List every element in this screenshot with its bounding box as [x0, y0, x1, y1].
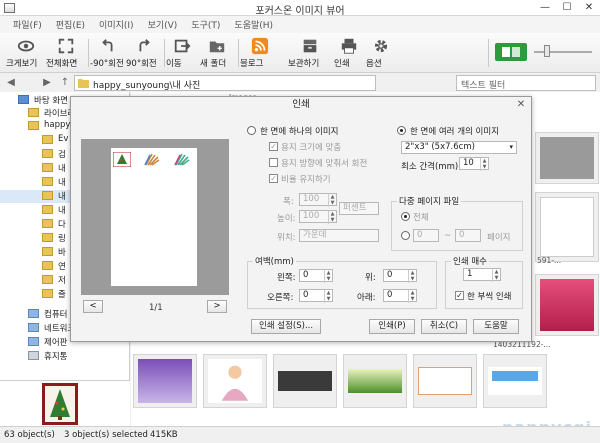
- menu-edit[interactable]: 편집(E): [49, 18, 92, 31]
- preview-image: [174, 153, 190, 166]
- print-dialog: 인쇄 ✕ < 1/1 > 한 면에 하나의 이미지 ✓ 용지 크기에 맞춤 용지…: [70, 96, 532, 342]
- folder-icon: [78, 79, 89, 88]
- menu-view[interactable]: 보기(V): [141, 18, 185, 31]
- object-count: 63 object(s): [4, 430, 55, 440]
- fit-paper-checkbox[interactable]: ✓: [269, 142, 278, 151]
- blog-button[interactable]: 블로그: [240, 35, 280, 71]
- margin-right-input[interactable]: 0 ▲ ▼: [299, 289, 333, 303]
- thumbnail-label: 591-...: [537, 256, 562, 265]
- fullscreen-button[interactable]: 전체화면: [46, 35, 86, 71]
- multipage-group: [391, 201, 523, 251]
- position-select[interactable]: 가운데: [299, 229, 379, 242]
- dialog-close-button[interactable]: ✕: [515, 99, 527, 111]
- folder-icon: [209, 41, 225, 53]
- maximize-button[interactable]: ☐: [556, 0, 578, 16]
- slideshow-icon[interactable]: [494, 42, 528, 62]
- rotate-left-icon: [102, 39, 113, 52]
- minimize-button[interactable]: —: [534, 0, 556, 16]
- menu-tools[interactable]: 도구(T): [184, 18, 227, 31]
- dialog-title: 인쇄: [292, 99, 310, 110]
- copies-input[interactable]: 1 ▲ ▼: [463, 268, 501, 282]
- thumbnail[interactable]: [535, 192, 599, 262]
- menu-help[interactable]: 도움말(H): [227, 18, 280, 31]
- thumbnail[interactable]: [535, 132, 599, 184]
- view-large-button[interactable]: 크게보기: [6, 35, 46, 71]
- paper-sheet: [111, 148, 197, 286]
- rss-icon: [251, 37, 269, 55]
- range-from-input[interactable]: 0: [413, 229, 439, 242]
- thumbnail[interactable]: [535, 274, 599, 336]
- single-image-radio[interactable]: [247, 126, 256, 135]
- cancel-button[interactable]: 취소(C): [421, 319, 467, 334]
- title-bar: 포커스온 이미지 뷰어 — ☐ ✕: [0, 0, 600, 17]
- forward-button[interactable]: ▶: [40, 76, 54, 90]
- rotate-right-icon: [139, 39, 150, 52]
- selected-count: 3 object(s) selected: [64, 430, 148, 440]
- move-icon: [174, 39, 191, 53]
- collate-checkbox[interactable]: ✓: [455, 291, 464, 300]
- menu-bar: 파일(F) 편집(E) 이미지(I) 보기(V) 도구(T) 도움말(H): [0, 16, 600, 33]
- print-settings-button[interactable]: 인쇄 설정(S)...: [251, 319, 321, 334]
- prev-page-button[interactable]: <: [83, 300, 103, 313]
- zoom-slider-handle[interactable]: [544, 45, 550, 57]
- window-title: 포커스온 이미지 뷰어: [255, 6, 345, 17]
- text-filter-input[interactable]: 텍스트 필터: [456, 75, 596, 91]
- gear-icon: [374, 39, 388, 53]
- rotate-right-button[interactable]: 90°회전: [126, 35, 162, 71]
- christmas-tree-image: [42, 383, 78, 425]
- eye-icon: [17, 40, 35, 52]
- path-input[interactable]: happy_sunyoung\내 사진: [74, 75, 376, 91]
- all-pages-radio[interactable]: [401, 212, 410, 221]
- new-folder-button[interactable]: 새 폴더: [200, 35, 234, 71]
- archive-icon: [303, 39, 317, 53]
- margin-left-input[interactable]: 0 ▲ ▼: [299, 269, 333, 283]
- multi-image-radio[interactable]: [397, 126, 406, 135]
- print-confirm-button[interactable]: 인쇄(P): [369, 319, 415, 334]
- thumbnail[interactable]: [133, 354, 197, 408]
- archive-button[interactable]: 보관하기: [288, 35, 332, 71]
- rotate-left-button[interactable]: -90°회전: [90, 35, 126, 71]
- close-button[interactable]: ✕: [578, 0, 600, 16]
- toolbar: 크게보기 전체화면 -90°회전 90°회전 이동 새 폴더 블로그 보관하기 …: [0, 33, 600, 73]
- preview-pane: [0, 380, 130, 426]
- thumbnail[interactable]: [343, 354, 407, 408]
- page-range-radio[interactable]: [401, 231, 410, 240]
- min-gap-input[interactable]: 10 ▲ ▼: [459, 157, 489, 171]
- margin-bottom-input[interactable]: 0 ▲ ▼: [383, 289, 417, 303]
- move-button[interactable]: 이동: [166, 35, 198, 71]
- zoom-slider-track[interactable]: [534, 51, 592, 53]
- layout-select[interactable]: 2"x3" (5x7.6cm) ▾: [401, 141, 517, 154]
- options-button[interactable]: 옵션: [366, 35, 396, 71]
- help-button[interactable]: 도움말: [473, 319, 519, 334]
- next-page-button[interactable]: >: [207, 300, 227, 313]
- preview-image: [113, 152, 131, 167]
- preview-image: [144, 153, 160, 166]
- status-bar: 63 object(s) 3 object(s) selected 415KB: [0, 426, 600, 443]
- page-indicator: 1/1: [149, 303, 163, 313]
- thumbnail[interactable]: [203, 354, 267, 408]
- thumbnail[interactable]: [483, 354, 547, 408]
- tree-item-recycle-bin[interactable]: 휴지통: [0, 350, 129, 363]
- width-input[interactable]: 100 ▲ ▼: [299, 193, 337, 207]
- thumbnail[interactable]: [413, 354, 477, 408]
- back-button[interactable]: ◀: [4, 76, 18, 90]
- unit-select[interactable]: 퍼센트: [339, 202, 379, 215]
- keep-ratio-checkbox[interactable]: ✓: [269, 174, 278, 183]
- height-input[interactable]: 100 ▲ ▼: [299, 210, 337, 224]
- rotate-fit-checkbox[interactable]: [269, 158, 278, 167]
- fullscreen-icon: [58, 38, 74, 54]
- address-bar: ◀ ▶ ↑ happy_sunyoung\내 사진 텍스트 필터: [0, 74, 600, 92]
- margin-top-input[interactable]: 0 ▲ ▼: [383, 269, 417, 283]
- printer-icon: [341, 38, 357, 54]
- page-preview: [81, 139, 229, 295]
- menu-file[interactable]: 파일(F): [6, 18, 49, 31]
- thumbnail[interactable]: [273, 354, 337, 408]
- menu-image[interactable]: 이미지(I): [92, 18, 141, 31]
- print-button[interactable]: 인쇄: [334, 35, 364, 71]
- selected-size: 415KB: [150, 430, 178, 440]
- range-to-input[interactable]: 0: [455, 229, 481, 242]
- up-button[interactable]: ↑: [58, 76, 72, 90]
